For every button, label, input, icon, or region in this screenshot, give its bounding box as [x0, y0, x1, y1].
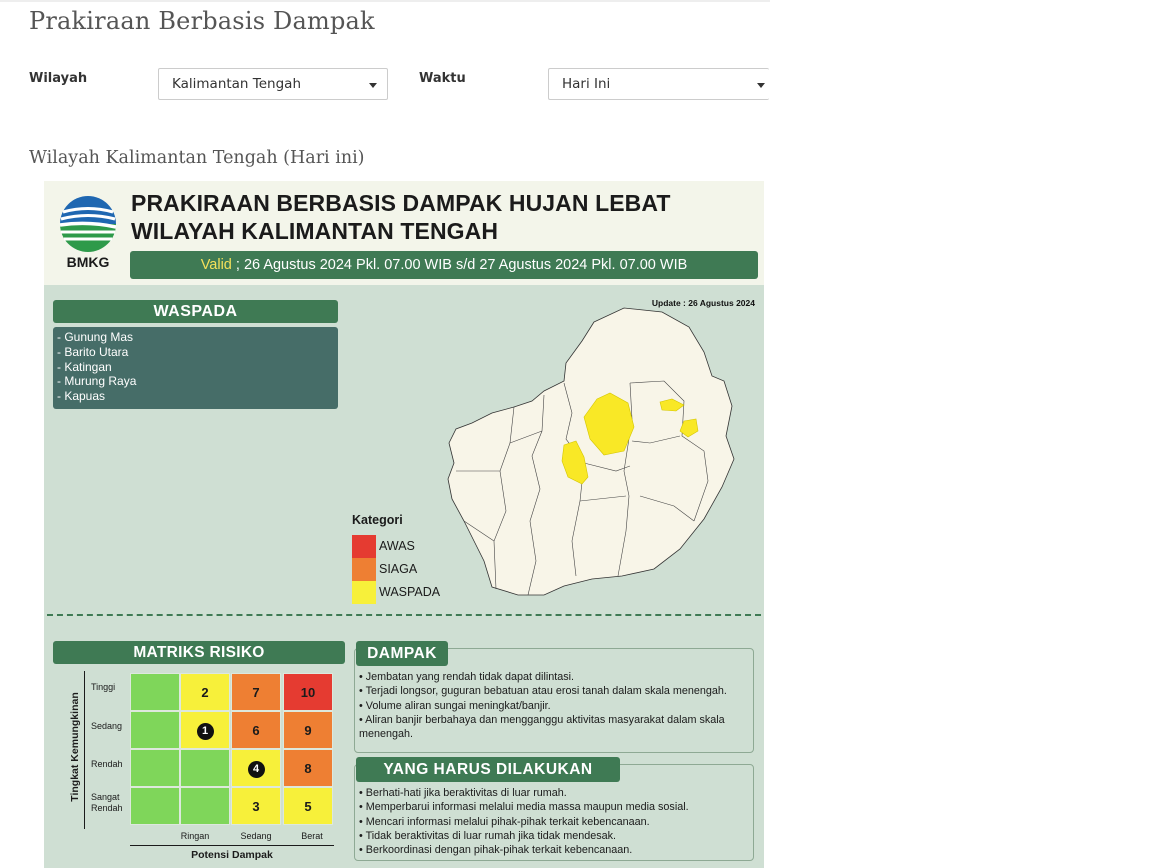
- dampak-item: • Jembatan yang rendah tidak dapat dilin…: [359, 671, 575, 683]
- top-divider: [0, 0, 770, 2]
- active-risk-marker: 1: [196, 723, 214, 741]
- waspada-heading: WASPADA: [53, 300, 338, 323]
- matrix-cell: 6: [231, 711, 281, 749]
- waspada-region: - Katingan: [57, 359, 112, 374]
- waktu-select-value: Hari Ini: [562, 76, 611, 92]
- wilayah-select-value: Kalimantan Tengah: [172, 76, 301, 92]
- matrix-row-label: Rendah: [91, 759, 123, 769]
- legend-swatch-siaga: [352, 558, 376, 581]
- matrix-cell-active: 4: [231, 749, 281, 787]
- matrix-col-label: Sedang: [240, 831, 272, 841]
- valid-period: ; 26 Agustus 2024 Pkl. 07.00 WIB s/d 27 …: [231, 257, 688, 273]
- matrix-col-label: Ringan: [180, 831, 210, 841]
- matrix-cell: 8: [283, 749, 333, 787]
- matrix-heading: MATRIKS RISIKO: [53, 641, 345, 664]
- legend-label: WASPADA: [379, 585, 441, 599]
- chevron-down-icon: [757, 83, 765, 88]
- legend-title: Kategori: [352, 513, 403, 527]
- waspada-region: - Kapuas: [57, 389, 106, 404]
- tindakan-list: • Berhati-hati jika beraktivitas di luar…: [359, 786, 751, 857]
- section-divider: [47, 614, 761, 616]
- matrix-row-label: Tinggi: [91, 682, 116, 692]
- tindakan-item: • Berhati-hati jika beraktivitas di luar…: [359, 787, 567, 799]
- update-date: Update : 26 Agustus 2024: [651, 298, 755, 308]
- page-title: Prakiraan Berbasis Dampak: [29, 7, 375, 35]
- matrix-col-label: Berat: [301, 831, 323, 841]
- matrix-cell: [180, 749, 230, 787]
- tindakan-heading: YANG HARUS DILAKUKAN: [356, 757, 620, 782]
- valid-word: Valid: [200, 257, 232, 273]
- matrix-cell: 7: [231, 673, 281, 711]
- active-risk-marker: 4: [247, 761, 265, 779]
- matrix-cell: 10: [283, 673, 333, 711]
- bmkg-logo-text: BMKG: [66, 254, 110, 270]
- legend-label: SIAGA: [379, 562, 418, 576]
- matrix-x-axis-title: Potensi Dampak: [191, 849, 273, 861]
- dampak-item: • Aliran banjir berbahaya dan mengganggu…: [359, 713, 725, 741]
- waspada-region: - Gunung Mas: [57, 330, 134, 344]
- matrix-row-label: Sangat Rendah: [91, 792, 123, 813]
- matrix-cell: [180, 787, 230, 825]
- valid-period-bar: Valid ; 26 Agustus 2024 Pkl. 07.00 WIB s…: [130, 251, 758, 279]
- waspada-region: - Barito Utara: [57, 344, 129, 359]
- region-subtitle: Wilayah Kalimantan Tengah (Hari ini): [29, 148, 365, 168]
- legend-swatch-waspada: [352, 581, 376, 604]
- matrix-cell: [130, 711, 180, 749]
- tindakan-item: • Berkoordinasi dengan pihak-pihak terka…: [359, 844, 633, 857]
- matrix-cell: 5: [283, 787, 333, 825]
- waspada-region-list: - Gunung Mas - Barito Utara - Katingan -…: [53, 327, 338, 409]
- wilayah-label: Wilayah: [29, 71, 88, 86]
- matrix-cell: 3: [231, 787, 281, 825]
- matrix-cell: [130, 673, 180, 711]
- tindakan-item: • Mencari informasi melalui pihak-pihak …: [359, 815, 650, 828]
- tindakan-item: • Memperbarui informasi melalui media ma…: [359, 801, 689, 814]
- impact-forecast-infographic: BMKG PRAKIRAAN BERBASIS DAMPAK HUJAN LEB…: [44, 181, 764, 868]
- waktu-label: Waktu: [419, 71, 466, 86]
- matrix-cell-active: 1: [180, 711, 230, 749]
- kalimantan-tengah-map: [447, 307, 735, 596]
- legend-swatch-awas: [352, 535, 376, 558]
- infographic-title-line1: PRAKIRAAN BERBASIS DAMPAK HUJAN LEBAT: [131, 190, 671, 216]
- waspada-region: - Murung Raya: [57, 374, 137, 389]
- infographic-title-line2: WILAYAH KALIMANTAN TENGAH: [131, 218, 499, 244]
- infographic-title: PRAKIRAAN BERBASIS DAMPAK HUJAN LEBAT WI…: [131, 189, 671, 245]
- dampak-item: • Terjadi longsor, guguran bebatuan atau…: [359, 685, 727, 698]
- matrix-y-axis-title: Tingkat Kemungkinan: [69, 692, 81, 802]
- dampak-heading: DAMPAK: [356, 641, 448, 666]
- matrix-cell: 2: [180, 673, 230, 711]
- bmkg-logo-icon: [59, 196, 117, 252]
- matrix-cell: [130, 749, 180, 787]
- waktu-select[interactable]: Hari Ini: [548, 68, 769, 100]
- dampak-list: • Jembatan yang rendah tidak dapat dilin…: [359, 670, 751, 741]
- matrix-row-label: Sedang: [91, 721, 123, 731]
- matrix-x-axis-line: [130, 845, 334, 846]
- tindakan-item: • Tidak beraktivitas di luar rumah jika …: [359, 829, 617, 842]
- matrix-cell: [130, 787, 180, 825]
- wilayah-select[interactable]: Kalimantan Tengah: [158, 68, 388, 100]
- matrix-y-axis-line: [84, 671, 85, 829]
- dampak-item: • Volume aliran sungai meningkat/banjir.: [359, 699, 551, 712]
- matrix-cell: 9: [283, 711, 333, 749]
- legend-label: AWAS: [379, 539, 415, 553]
- chevron-down-icon: [369, 83, 377, 88]
